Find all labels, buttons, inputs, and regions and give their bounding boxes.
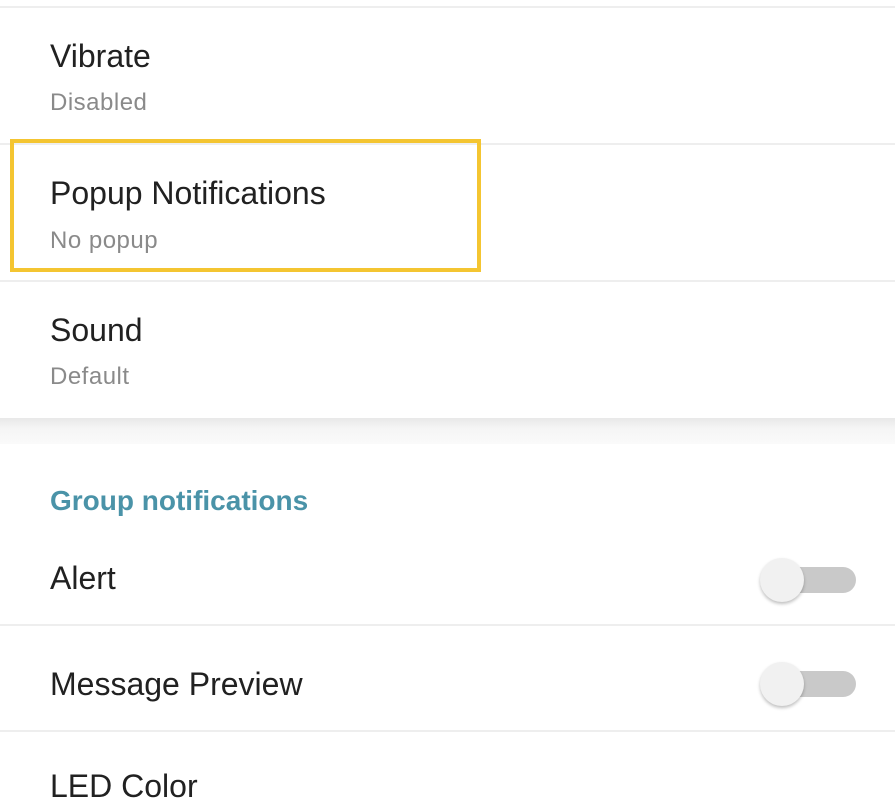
highlight-box — [10, 139, 481, 272]
setting-item-led-color[interactable]: LED Color — [0, 732, 895, 803]
setting-value: Disabled — [50, 89, 148, 116]
alert-toggle[interactable] — [760, 558, 856, 602]
setting-title: Vibrate — [50, 38, 151, 74]
setting-item-sound[interactable]: Sound Default — [0, 282, 895, 418]
section-separator — [0, 418, 895, 444]
setting-item-vibrate[interactable]: Vibrate Disabled — [0, 8, 895, 143]
section-header-group-notifications: Group notifications — [50, 485, 309, 516]
notification-settings-screen: Vibrate Disabled Popup Notifications No … — [0, 0, 895, 803]
setting-title: LED Color — [50, 768, 198, 803]
setting-value: Default — [50, 363, 130, 390]
setting-item-message-preview[interactable]: Message Preview — [0, 626, 895, 730]
toggle-thumb — [760, 558, 804, 602]
toggle-thumb — [760, 662, 804, 706]
setting-item-alert[interactable]: Alert — [0, 538, 895, 622]
setting-title: Message Preview — [50, 666, 303, 702]
setting-title: Alert — [50, 560, 116, 596]
setting-title: Sound — [50, 312, 143, 348]
message-preview-toggle[interactable] — [760, 662, 856, 706]
